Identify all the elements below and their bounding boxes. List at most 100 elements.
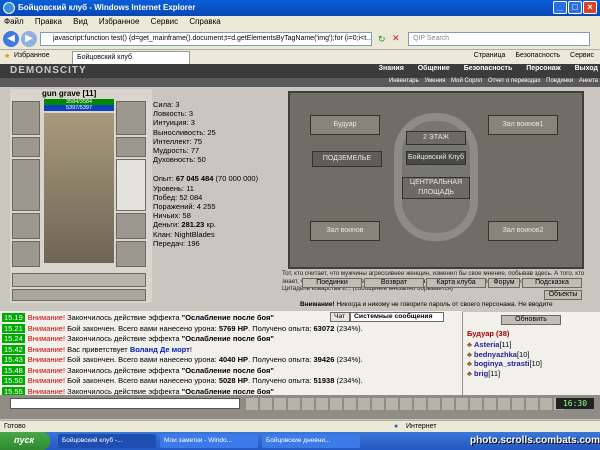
forum-button[interactable]: Форум — [488, 278, 520, 288]
armor-slot[interactable] — [12, 159, 40, 211]
refresh-icon[interactable]: ↻ — [378, 34, 386, 45]
room-boudoir[interactable]: Будуар — [310, 115, 380, 135]
submenu-skills[interactable]: Умения — [424, 78, 445, 84]
minimize-button[interactable]: _ — [553, 1, 567, 14]
stat-row: Сила: 3 — [153, 100, 180, 109]
menu-tools[interactable]: Сервис — [151, 17, 178, 26]
stat-value: 3 — [188, 109, 194, 119]
game-menu-exit[interactable]: Выход — [575, 65, 598, 72]
game-menu-knowledge[interactable]: Знания — [379, 65, 404, 72]
user-entry[interactable]: ♣ bednyazhka[10] — [463, 350, 599, 360]
submenu-fights[interactable]: Поединки — [546, 78, 573, 84]
close-button[interactable]: × — [583, 1, 597, 14]
room-central-square[interactable]: ЦЕНТРАЛЬНАЯ ПЛОЩАДЬ — [402, 177, 470, 199]
club-map-button[interactable]: Карта клуба — [426, 278, 486, 288]
tab-system-messages[interactable]: Системные сообщения — [350, 312, 444, 322]
browser-tab[interactable]: Бойцовский клуб — [72, 51, 190, 64]
status-bar: Готово ● Интернет — [0, 420, 600, 432]
stat-row: Передач: 196 — [153, 238, 200, 248]
user-entry[interactable]: ♣ Asteria[11] — [463, 340, 599, 350]
menu-view[interactable]: Вид — [73, 17, 87, 26]
message-time[interactable]: 15.48 — [2, 365, 25, 375]
spell-slots[interactable] — [12, 273, 146, 287]
character-panel: gun grave [11] 3584/3584 5397/5397 — [10, 89, 152, 303]
menu-edit[interactable]: Правка — [35, 17, 62, 26]
menu-file[interactable]: Файл — [4, 17, 24, 26]
menu-favorites[interactable]: Избранное — [99, 17, 140, 26]
start-button[interactable]: пуск — [0, 432, 50, 450]
clan-link[interactable]: NightBlades — [174, 230, 214, 239]
maximize-button[interactable]: □ — [568, 1, 582, 14]
gloves-slot[interactable] — [12, 241, 40, 267]
chat-input[interactable] — [10, 398, 240, 409]
character-name[interactable]: gun grave — [42, 89, 80, 98]
boots-slot[interactable] — [116, 241, 146, 267]
room-warriors-hall-1[interactable]: Зал воинов1 — [488, 115, 558, 135]
ring-slot[interactable] — [116, 137, 146, 157]
back-arrow-icon[interactable]: ◀ — [3, 31, 19, 47]
message-time[interactable]: 15.50 — [2, 376, 25, 385]
stat-row: Интеллект: 75 — [153, 136, 203, 146]
stat-row: Деньги: 281.23 кр. — [153, 220, 216, 230]
room-warriors-hall-2[interactable]: Зал воинов2 — [488, 221, 558, 241]
room-dungeon[interactable]: ПОДЗЕМЕЛЬЕ — [312, 151, 382, 167]
submenu-profile[interactable]: Анкета — [579, 78, 598, 84]
stat-row: Выносливость: 25 — [153, 127, 216, 137]
return-button[interactable]: Возврат — [364, 278, 424, 288]
user-name[interactable]: brig — [474, 369, 488, 378]
search-input[interactable]: QIP Search — [408, 32, 590, 46]
game-menu-character[interactable]: Персонаж — [526, 65, 560, 72]
message-text[interactable]: Воланд Де морт — [130, 345, 190, 354]
message-time[interactable]: 15.42 — [2, 344, 25, 354]
menu-help[interactable]: Справка — [189, 17, 220, 26]
message-time[interactable]: 15.24 — [2, 334, 25, 343]
message-time[interactable]: 15.21 — [2, 323, 25, 333]
user-name[interactable]: Asteria — [474, 340, 499, 349]
helmet-slot[interactable] — [12, 101, 40, 135]
task-ie[interactable]: Бойцовский клуб -... — [58, 434, 156, 448]
refresh-users-button[interactable]: Обновить — [501, 315, 561, 325]
bag-slots[interactable] — [12, 289, 146, 301]
task-notes[interactable]: Мои заметки - Windo... — [160, 434, 258, 448]
game-menu-security[interactable]: Безопасность — [464, 65, 513, 72]
belt-slot[interactable] — [12, 213, 40, 239]
submenu-transfers[interactable]: Отчет о переводах — [488, 78, 541, 84]
fights-button[interactable]: Поединки — [302, 278, 362, 288]
message-time[interactable]: 15.19 — [2, 313, 25, 322]
submenu-inventory[interactable]: Инвентарь — [389, 78, 419, 84]
favorites-button[interactable]: Избранное — [14, 52, 49, 59]
tools-menu[interactable]: Сервис — [570, 52, 594, 59]
room-fight-club[interactable]: Бойцовский Клуб — [406, 151, 466, 165]
password-warning: Внимание! Никогда и никому не говорите п… — [300, 301, 553, 308]
security-menu[interactable]: Безопасность — [515, 52, 560, 59]
url-input[interactable]: javascript:function test() {d=get_mainfr… — [40, 32, 372, 46]
user-name[interactable]: bednyazhka — [474, 350, 517, 359]
room-warriors-hall[interactable]: Зал воинов — [310, 221, 380, 241]
message-text: 39426 — [313, 355, 335, 364]
forward-arrow-icon[interactable]: ▶ — [21, 31, 37, 47]
chat-message: 15.24 Внимание! Закончилось действие эффе… — [0, 334, 462, 345]
toolbar-icons[interactable] — [246, 398, 564, 410]
message-time[interactable]: 15.43 — [2, 355, 25, 364]
page-menu[interactable]: Страница — [474, 52, 506, 59]
game-menu-chat[interactable]: Общение — [418, 65, 450, 72]
clan-icon: ♣ — [467, 368, 475, 378]
stat-row: Поражений: 4 255 — [153, 202, 216, 212]
weapon-slot[interactable] — [12, 137, 40, 157]
hint-button[interactable]: Подсказка — [522, 278, 582, 288]
objects-button[interactable]: Объекты — [544, 290, 582, 300]
message-text: . Получено опыта: — [248, 323, 314, 333]
character-avatar[interactable] — [44, 113, 114, 263]
user-name[interactable]: boginya_strasti — [474, 359, 529, 368]
stop-icon[interactable]: ✕ — [392, 33, 400, 44]
chat-message: 15.48 Внимание! Закончилось действие эффе… — [0, 365, 462, 377]
tab-chat[interactable]: Чат — [330, 312, 350, 322]
room-floor-2[interactable]: 2 ЭТАЖ — [406, 131, 466, 145]
task-diaries[interactable]: Бойцовские дневни... — [262, 434, 360, 448]
user-entry[interactable]: ♣ brig[11] — [463, 369, 599, 379]
submenu-sorll[interactable]: Мой Сорлл — [451, 78, 482, 84]
amulet-slot[interactable] — [116, 101, 146, 135]
legs-slot[interactable] — [116, 213, 146, 239]
user-entry[interactable]: ♣ boginya_strasti[10] — [463, 359, 599, 369]
shield-slot[interactable] — [116, 159, 146, 211]
